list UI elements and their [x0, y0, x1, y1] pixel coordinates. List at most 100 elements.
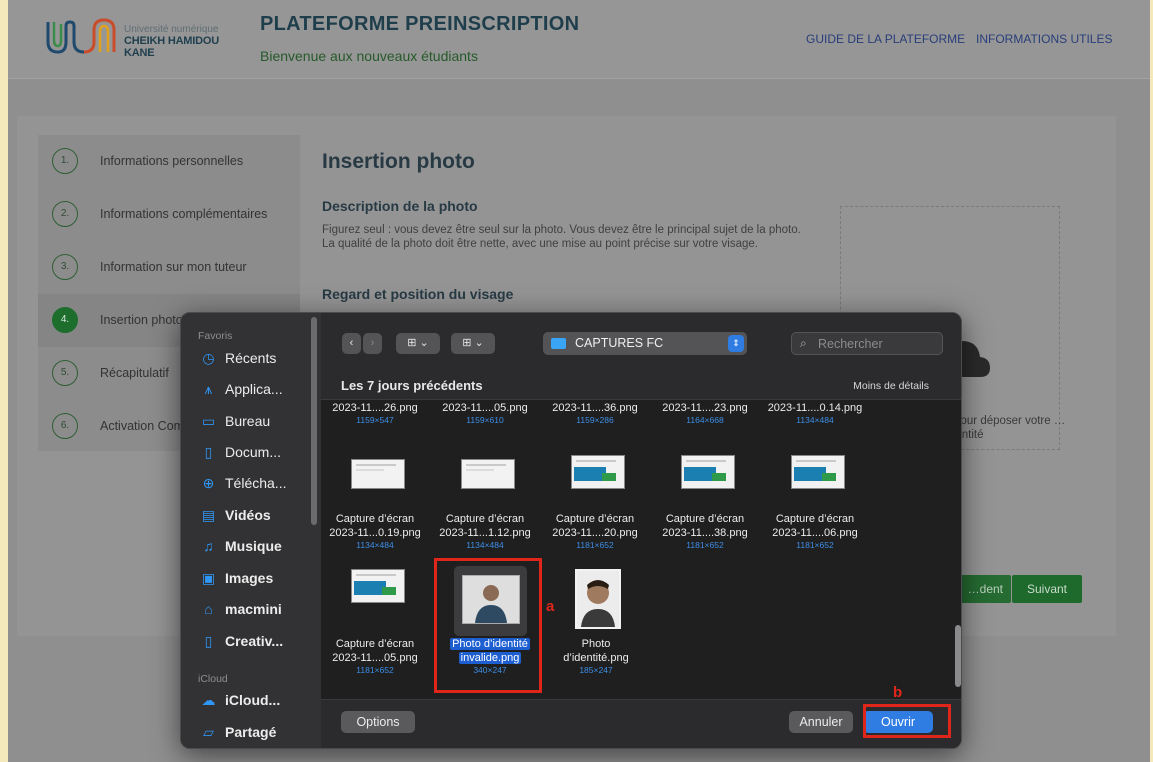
file-item[interactable]: 2023-11....36.png 1159×286	[541, 401, 649, 426]
sidebar-item-videos[interactable]: ▤ Vidéos	[200, 505, 318, 529]
annotation-label-a: a	[546, 598, 555, 615]
chevron-down-icon: ⌄	[474, 337, 484, 349]
file-item[interactable]: 2023-11....05.png 1159×610	[431, 401, 539, 426]
annotation-label-b: b	[893, 684, 903, 701]
file-thumbnail	[351, 459, 405, 489]
file-item[interactable]: Capture d’écran 2023-11....05.png 1181×6…	[321, 637, 429, 676]
file-dimensions: 1159×286	[576, 415, 614, 425]
sidebar-item-label: Creativ...	[225, 633, 284, 649]
film-icon: ▤	[201, 507, 216, 523]
platform-title: PLATEFORME PREINSCRIPTION	[260, 13, 580, 35]
file-name-line1: Capture d’écran	[335, 638, 415, 650]
sidebar-item-label: Applica...	[225, 381, 283, 397]
file-name: 2023-11....26.png	[332, 402, 418, 414]
file-item[interactable]: Capture d’écran 2023-11....20.png 1181×6…	[541, 512, 649, 551]
file-item[interactable]: Capture d’écran 2023-11...0.19.png 1134×…	[321, 512, 429, 551]
step-number: 1.	[52, 148, 78, 174]
folder-location-select[interactable]: CAPTURES FC ⇕	[543, 332, 747, 355]
chevron-down-icon: ⌄	[419, 337, 429, 349]
file-name-line2: 2023-11....38.png	[662, 527, 748, 539]
file-open-dialog: Favoris ◷ Récents ⩚ Applica... ▭ Bureau …	[180, 312, 962, 749]
sidebar-scrollbar[interactable]	[311, 317, 317, 525]
back-button[interactable]: ‹	[342, 333, 361, 354]
sidebar-item-applications[interactable]: ⩚ Applica...	[200, 379, 318, 403]
next-button[interactable]: Suivant	[1012, 575, 1082, 603]
file-dimensions: 1134×484	[356, 540, 394, 550]
grid-view-icon: ⊞	[407, 337, 417, 349]
file-name: 2023-11....05.png	[442, 402, 528, 414]
nav-guide-link[interactable]: GUIDE DE LA PLATEFORME	[806, 32, 965, 46]
file-dimensions: 1134×484	[466, 540, 504, 550]
step-item-3[interactable]: 3. Information sur mon tuteur	[38, 241, 300, 294]
step-item-1[interactable]: 1. Informations personnelles	[38, 135, 300, 188]
file-name-line2: d’identité.png	[563, 652, 629, 664]
file-dimensions: 1181×652	[796, 540, 834, 550]
step-number: 2.	[52, 201, 78, 227]
search-field[interactable]: ⌕ Rechercher	[791, 332, 943, 355]
file-dimensions: 1181×652	[576, 540, 614, 550]
dialog-main: ‹ › ⊞ ⌄ ⊞ ⌄ CAPTURES FC ⇕ ⌕ Rechercher L…	[321, 313, 961, 748]
step-item-2[interactable]: 2. Informations complémentaires	[38, 188, 300, 241]
step-label: Informations personnelles	[100, 154, 244, 168]
group-header: Les 7 jours précédents Moins de détails	[321, 371, 961, 400]
step-number: 6.	[52, 413, 78, 439]
file-item[interactable]: Photo d’identité.png 185×247	[542, 637, 650, 676]
file-item[interactable]: Capture d’écran 2023-11....38.png 1181×6…	[651, 512, 759, 551]
sidebar-item-desktop[interactable]: ▭ Bureau	[200, 411, 318, 435]
logo-line-2: CHEIKH HAMIDOU KANE	[124, 35, 219, 59]
university-logo[interactable]: Université numérique CHEIKH HAMIDOU KANE	[44, 16, 230, 59]
description-heading: Description de la photo	[322, 198, 478, 214]
regard-heading: Regard et position du visage	[322, 286, 514, 302]
sidebar-item-documents[interactable]: ▯ Docum...	[200, 442, 318, 466]
file-name-line1: Capture d’écran	[775, 513, 855, 525]
sidebar-item-creative[interactable]: ▯ Creativ...	[200, 631, 318, 655]
file-dimensions: 1164×668	[686, 415, 724, 425]
file-item[interactable]: Capture d’écran 2023-11...1.12.png 1134×…	[431, 512, 539, 551]
file-item[interactable]: 2023-11....23.png 1164×668	[651, 401, 759, 426]
sidebar-item-shared[interactable]: ▱ Partagé	[200, 722, 318, 746]
file-name-line1: Capture d’écran	[555, 513, 635, 525]
file-name-line1: Capture d’écran	[335, 513, 415, 525]
sidebar-item-images[interactable]: ▣ Images	[200, 568, 318, 592]
sidebar-item-downloads[interactable]: ⊕ Télécha...	[200, 473, 318, 497]
image-icon: ▣	[201, 570, 216, 586]
file-thumbnail	[681, 455, 735, 489]
sidebar-item-label: Télécha...	[225, 475, 287, 491]
file-item[interactable]: Capture d’écran 2023-11....06.png 1181×6…	[761, 512, 869, 551]
sidebar-item-music[interactable]: ♫ Musique	[200, 536, 318, 560]
sidebar-item-label: Docum...	[225, 444, 282, 460]
file-grid-scrollbar[interactable]	[955, 625, 961, 687]
file-thumbnail	[791, 455, 845, 489]
file-dimensions: 1159×547	[356, 415, 394, 425]
sidebar-item-home[interactable]: ⌂ macmini	[200, 599, 318, 623]
group-title: Les 7 jours précédents	[341, 378, 483, 393]
file-name: 2023-11....0.14.png	[767, 402, 863, 414]
file-thumbnail	[351, 569, 405, 603]
nav-info-link[interactable]: INFORMATIONS UTILES	[976, 32, 1112, 46]
step-number: 3.	[52, 254, 78, 280]
sidebar-item-icloud-drive[interactable]: ☁ iCloud...	[200, 690, 318, 714]
file-item[interactable]: 2023-11....26.png 1159×547	[321, 401, 429, 426]
file-dimensions: 185×247	[579, 665, 613, 675]
cancel-button[interactable]: Annuler	[789, 711, 853, 733]
group-mode-button[interactable]: ⊞ ⌄	[451, 333, 495, 354]
download-icon: ⊕	[202, 475, 215, 491]
file-name-line2: 2023-11...0.19.png	[329, 527, 421, 539]
photo-thumbnail-valid	[575, 569, 621, 629]
step-label: Récapitulatif	[100, 366, 169, 380]
file-name: 2023-11....36.png	[552, 402, 638, 414]
file-item[interactable]: 2023-11....0.14.png 1134×484	[761, 401, 869, 426]
sidebar-item-label: Récents	[225, 350, 277, 366]
description-text: Figurez seul : vous devez être seul sur …	[322, 224, 801, 250]
forward-button[interactable]: ›	[363, 333, 382, 354]
section-title: Insertion photo	[322, 150, 475, 173]
file-name-line2: 2023-11...1.12.png	[439, 527, 531, 539]
file-dimensions: 1159×610	[466, 415, 504, 425]
options-button[interactable]: Options	[341, 711, 415, 733]
less-details-button[interactable]: Moins de détails	[853, 380, 929, 392]
file-name-line1: Photo	[581, 638, 611, 650]
sidebar-item-label: Vidéos	[225, 507, 271, 523]
applications-icon: ⩚	[204, 381, 213, 397]
sidebar-item-recents[interactable]: ◷ Récents	[200, 348, 318, 372]
view-mode-button[interactable]: ⊞ ⌄	[396, 333, 440, 354]
